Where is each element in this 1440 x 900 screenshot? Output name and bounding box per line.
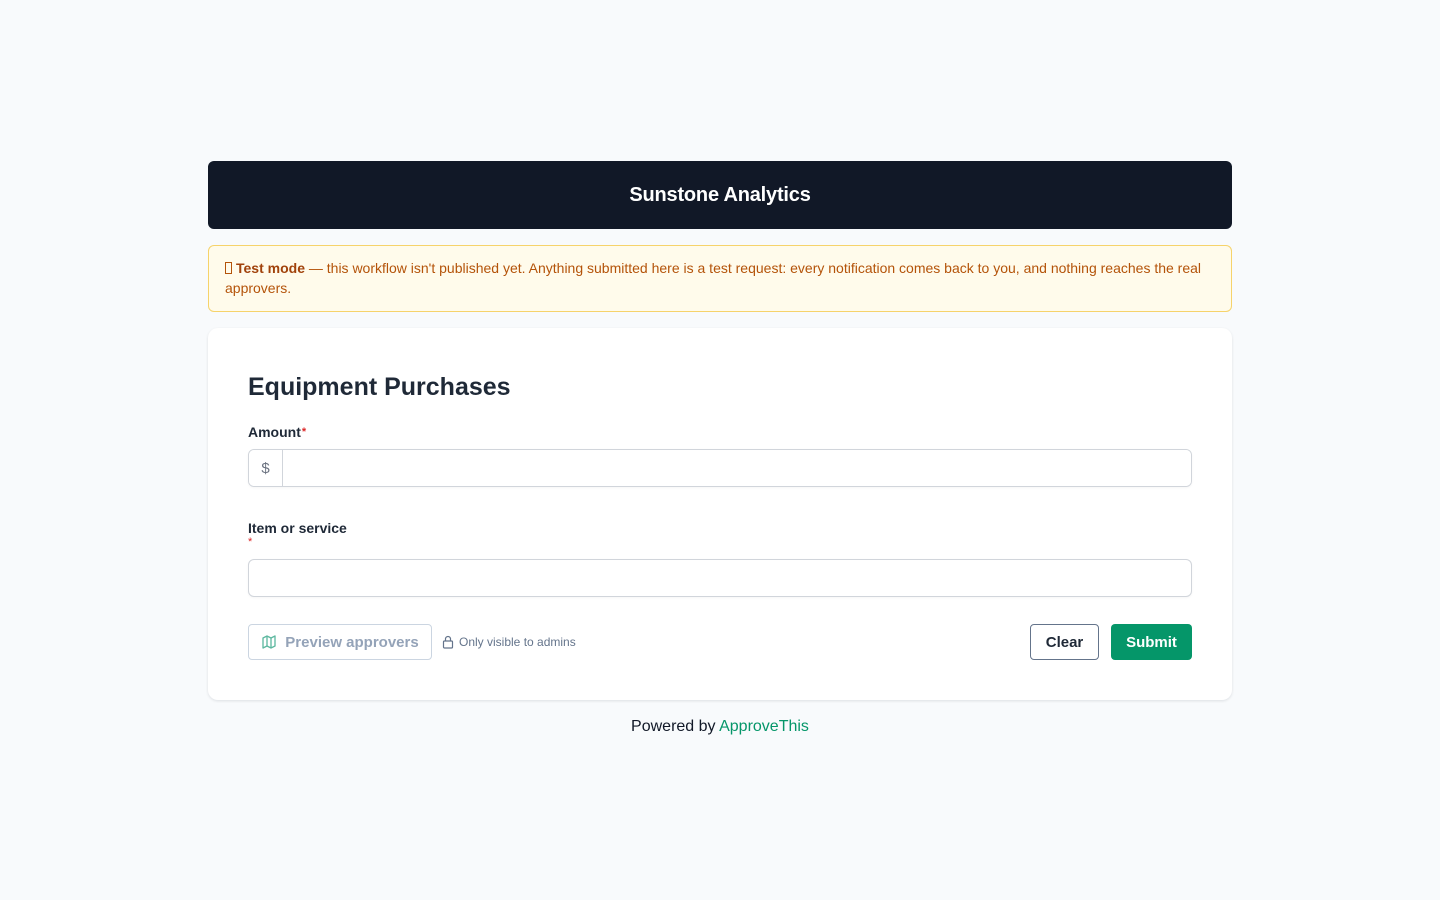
- footer: Powered by ApproveThis: [208, 718, 1232, 736]
- admin-note-text: Only visible to admins: [459, 635, 576, 649]
- preview-approvers-button[interactable]: Preview approvers: [248, 624, 432, 660]
- form-actions: Preview approvers Only visible to admins…: [248, 624, 1192, 660]
- amount-input[interactable]: [283, 450, 1191, 486]
- footer-powered-by: Powered by: [631, 718, 720, 735]
- submit-button[interactable]: Submit: [1111, 624, 1192, 660]
- amount-label-text: Amount: [248, 424, 301, 440]
- required-marker: *: [248, 536, 253, 548]
- currency-prefix: $: [249, 450, 283, 486]
- test-mode-label: Test mode: [236, 260, 305, 276]
- approvethis-link[interactable]: ApproveThis: [719, 718, 809, 735]
- preview-approvers-label: Preview approvers: [285, 633, 419, 651]
- warning-icon: [225, 262, 232, 274]
- form-card: Equipment Purchases Amount* $ Item or se…: [208, 328, 1232, 700]
- item-input[interactable]: [248, 559, 1192, 597]
- amount-input-group: $: [248, 449, 1192, 487]
- company-name: Sunstone Analytics: [629, 183, 811, 206]
- test-mode-banner: Test mode — this workflow isn't publishe…: [208, 245, 1232, 312]
- lock-icon: [442, 635, 454, 649]
- required-marker: *: [301, 426, 307, 438]
- admin-only-note: Only visible to admins: [442, 635, 576, 649]
- item-label: Item or service: [248, 520, 347, 536]
- form-title: Equipment Purchases: [248, 373, 511, 401]
- amount-label: Amount*: [248, 423, 1192, 441]
- clear-button[interactable]: Clear: [1030, 624, 1099, 660]
- map-icon: [262, 635, 276, 649]
- company-header: Sunstone Analytics: [208, 161, 1232, 229]
- test-mode-message: — this workflow isn't published yet. Any…: [225, 260, 1202, 296]
- page-container: Sunstone Analytics Test mode — this work…: [208, 161, 1232, 736]
